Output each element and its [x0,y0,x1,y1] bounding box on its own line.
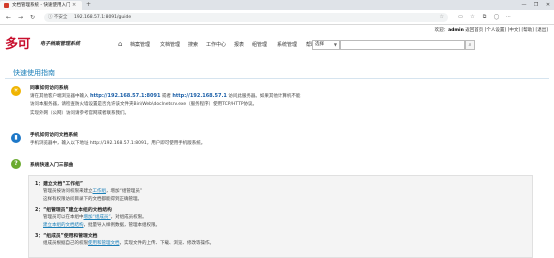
nav-item-system[interactable]: 系统管理 [277,40,297,50]
text-fragment: ，增加“组管理员” [106,189,143,194]
url-text[interactable]: 192.168.57.1:8091/guide [74,13,131,22]
collections-icon[interactable]: ⧉ [480,13,489,22]
section-heading: 手机如何访问文档系统 [30,133,78,138]
step-text: 组成员根据自己的权限使用和管理文档，实现文件的上传、下载、浏览、修改等操作。 [43,240,214,246]
step-text: 建立本组的文档结构，批量导入样例数据，管理本组权限。 [43,222,160,228]
add-member-link[interactable]: 增加“组成员” [84,215,111,220]
text-fragment: 组成员根据自己的权限 [43,241,88,246]
step-title: 1：建立文档“工作组” [35,182,84,187]
section-text: 实现外网（公网）访问请参考官网或者联系我们。 [30,111,129,116]
text-fragment: 或者 [160,94,173,99]
create-workgroup-link[interactable]: 工作组 [93,189,107,194]
section-text: 访问本服务器，请检查防火墙设置是否允许该文件夹Bin\Web\doclnetsr… [30,102,258,107]
page-title: 快速使用指南 [13,69,55,77]
text-fragment: ，批量导入样例数据，管理本组权限。 [83,223,161,228]
reload-icon[interactable]: ↻ [28,13,37,22]
user-info: 欢迎：admin 返回首页 [个人设置] [中文] [帮助] [退出] [435,27,548,33]
use-documents-link[interactable]: 使用和管理文档 [88,241,120,246]
step-text: 管理员按访问权限来建立工作组，增加“组管理员” [43,188,142,194]
forward-icon[interactable]: → [16,13,25,22]
phone-icon: ▮ [11,133,21,143]
step-title: 3：“组成员”使用和管理文档 [35,234,98,239]
favorites-icon[interactable]: ☆ [468,13,477,22]
user-prefix: 欢迎： [434,28,449,33]
question-icon: ? [11,159,21,169]
select-value: 选择 [315,42,324,47]
chevron-down-icon: ▼ [333,42,337,47]
text-fragment: 请在其他客户端浏览器中输入 [30,94,90,99]
nav-item-reports[interactable]: 报表 [234,40,244,50]
new-tab-button[interactable]: + [86,1,91,9]
text-fragment: 管理员可以在本组中 [43,215,84,220]
section-heading: 系统快速入门三部曲 [30,163,74,168]
server-url: http://192.168.57.1 [172,93,227,99]
not-secure-label[interactable]: ⓘ 不安全 [48,13,67,22]
step-text: 管理员可以在本组中增加“组成员”，对组成员权限。 [43,214,147,220]
tab-title: 文档管理系统 - 快速使用入门 [12,3,70,8]
url-field[interactable]: ⓘ 不安全 192.168.57.1:8091/guide ☆ [44,13,448,22]
step-title: 2：“组管理员”建立本组的文档结构 [35,208,112,213]
minimize-button[interactable]: — [518,0,530,10]
app-header: 多可 电子档案管理系统 欢迎：admin 返回首页 [个人设置] [中文] [帮… [0,25,554,65]
step-text: 这样有权限访问目录下的文档都能得到正确管理。 [43,197,142,202]
search-input[interactable] [340,40,465,50]
restore-button[interactable]: ❐ [530,0,542,10]
split-screen-icon[interactable]: ▭ [456,13,465,22]
address-bar: ← → ↻ ⓘ 不安全 192.168.57.1:8091/guide ☆ ▭ … [0,10,554,25]
user-links[interactable]: 返回首页 [个人设置] [中文] [帮助] [退出] [464,28,548,33]
browser-tab[interactable]: 文档管理系统 - 快速使用入门 × [0,1,82,10]
profile-icon[interactable]: ◯ [492,13,501,22]
tab-close-icon[interactable]: × [72,2,76,9]
nav-item-documents[interactable]: 文档管理 [160,40,180,50]
divider [5,78,549,79]
user-name[interactable]: admin [448,28,464,33]
favicon-icon [4,3,9,8]
text-fragment: 管理员按访问权限来建立 [43,189,93,194]
search-icon[interactable]: ⌕ [465,40,475,50]
logo-subtitle: 电子档案管理系统 [40,41,81,47]
text-fragment: ，实现文件的上传、下载、浏览、修改等操作。 [119,241,215,246]
search-scope-select[interactable]: 选择 ▼ [312,40,340,50]
text-fragment: 访问此服务器。如果其他计算机不能 [226,94,301,99]
server-url: http://192.168.57.1:8091 [89,93,161,99]
back-icon[interactable]: ← [4,13,13,22]
bookmark-star-icon[interactable]: ☆ [440,13,444,22]
guide-content: 快速使用指南 ☀ 同事如何访问系统 请在其他客户端浏览器中输入 http://1… [0,65,554,258]
logo: 多可 [5,37,31,52]
nav-item-archive[interactable]: 档案管理 [130,40,150,50]
section-text: 手机浏览器中，输入以下地址 http://192.168.57.1:8091，用… [30,141,206,146]
nav-item-groups[interactable]: 组管理 [252,40,267,50]
nav-item-search[interactable]: 搜索 [188,40,198,50]
section-text: 请在其他客户端浏览器中输入 http://192.168.57.1:8091 或… [30,93,300,99]
home-icon[interactable]: ⌂ [118,41,125,48]
bulb-icon: ☀ [11,86,21,96]
browser-tab-strip: 文档管理系统 - 快速使用入门 × + — ❐ ✕ [0,0,554,10]
text-fragment: ，对组成员权限。 [110,215,147,220]
build-structure-link[interactable]: 建立本组的文档结构 [43,223,84,228]
more-menu-icon[interactable]: ⋯ [504,13,513,22]
close-window-button[interactable]: ✕ [542,0,554,10]
steps-panel: 1：建立文档“工作组” 管理员按访问权限来建立工作组，增加“组管理员” 这样有权… [28,175,533,258]
section-heading: 同事如何访问系统 [30,86,69,91]
nav-item-workcenter[interactable]: 工作中心 [206,40,226,50]
